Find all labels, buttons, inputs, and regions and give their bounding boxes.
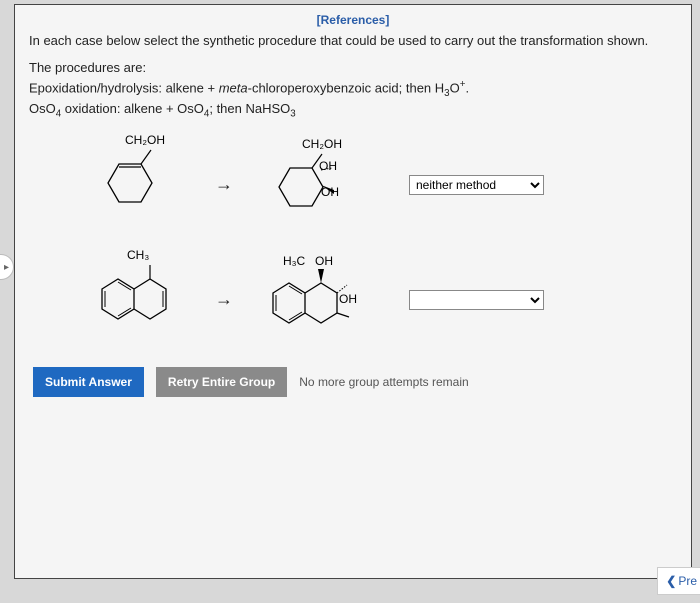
instruction-text: In each case below select the synthetic … (29, 33, 677, 50)
label-ch3: CH₃ (127, 248, 149, 262)
button-row: Submit Answer Retry Entire Group No more… (29, 367, 677, 397)
procedure-1: Epoxidation/hydrolysis: alkene + meta-ch… (29, 79, 677, 99)
attempts-text: No more group attempts remain (299, 375, 468, 389)
prev-label: Pre (678, 574, 697, 588)
submit-button[interactable]: Submit Answer (33, 367, 144, 397)
reactant-2: CH₃ (69, 252, 199, 347)
triol-product-icon (264, 140, 364, 230)
label-oh-mid: OH (319, 159, 337, 173)
reactant-1: CH₂OH (69, 137, 199, 232)
reactions-area: CH₂OH → CH₂OH OH OH Epoxidation/hydrolys… (29, 137, 677, 347)
method-select-2[interactable]: Epoxidation/hydrolysisOsO4 oxidationneit… (409, 290, 544, 310)
product-1: CH₂OH OH OH (249, 137, 379, 232)
reaction-arrow-1: → (199, 174, 249, 195)
procedure-2: OsO4 oxidation: alkene + OsO4; then NaHS… (29, 101, 677, 120)
reaction-arrow-2: → (199, 289, 249, 310)
chevron-left-icon: ❮ (666, 574, 676, 588)
label-ch2oh-p: CH₂OH (302, 137, 342, 151)
side-expand[interactable]: ▸ (0, 254, 14, 280)
reaction-row-2: CH₃ → H₃C OH OH Epoxidation/ (29, 252, 677, 347)
label-oh1: OH (315, 254, 333, 268)
references-link[interactable]: [References] (29, 13, 677, 27)
chevron-icon: ▸ (4, 262, 9, 273)
retry-button[interactable]: Retry Entire Group (156, 367, 287, 397)
cyclohexene-ch2oh-icon (89, 142, 179, 227)
product-2: H₃C OH OH (249, 252, 379, 347)
reaction-row-1: CH₂OH → CH₂OH OH OH Epoxidation/hydrolys… (29, 137, 677, 232)
method-select-1[interactable]: Epoxidation/hydrolysisOsO4 oxidationneit… (409, 175, 544, 195)
label-oh-bot: OH (321, 185, 339, 199)
label-oh2: OH (339, 292, 357, 306)
procedures-heading: The procedures are: (29, 60, 677, 75)
label-h3c: H₃C (283, 254, 305, 268)
label-ch2oh: CH₂OH (125, 133, 165, 147)
tetralin-ch3-icon (84, 255, 184, 345)
previous-button[interactable]: ❮ Pre (657, 567, 700, 595)
question-card: [References] In each case below select t… (14, 4, 692, 579)
